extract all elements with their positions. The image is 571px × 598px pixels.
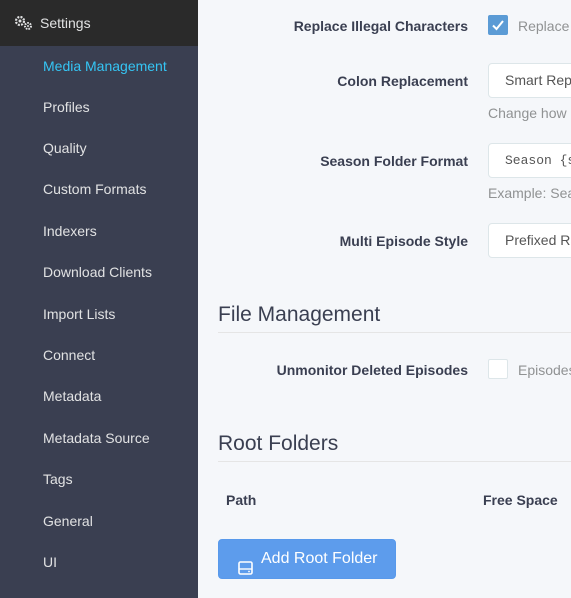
file-management-heading: File Management — [218, 303, 571, 333]
add-root-folder-button[interactable]: Add Root Folder — [218, 539, 396, 579]
root-folders-heading: Root Folders — [218, 432, 571, 462]
sidebar-item-ui[interactable]: UI — [0, 542, 198, 583]
sidebar-header[interactable]: Settings — [0, 0, 198, 46]
sidebar: Settings Media Management Profiles Quali… — [0, 0, 198, 598]
sidebar-item-connect[interactable]: Connect — [0, 335, 198, 376]
drive-icon — [238, 552, 253, 575]
replace-illegal-checkbox[interactable] — [488, 15, 508, 35]
multi-episode-select[interactable]: Prefixed Ra — [488, 223, 571, 258]
season-folder-label: Season Folder Format — [320, 153, 468, 169]
sidebar-item-profiles[interactable]: Profiles — [0, 87, 198, 128]
sidebar-item-metadata[interactable]: Metadata — [0, 376, 198, 417]
sidebar-item-quality[interactable]: Quality — [0, 128, 198, 169]
sidebar-item-import-lists[interactable]: Import Lists — [0, 294, 198, 335]
season-folder-input[interactable]: Season {se — [488, 143, 571, 178]
sidebar-item-download-clients[interactable]: Download Clients — [0, 252, 198, 293]
column-header-path: Path — [226, 492, 257, 508]
unmonitor-deleted-label: Unmonitor Deleted Episodes — [276, 362, 468, 378]
sidebar-item-media-management[interactable]: Media Management — [0, 46, 198, 87]
replace-illegal-text: Replace — [518, 18, 570, 34]
season-folder-help: Example: Sea — [488, 185, 571, 201]
sidebar-item-metadata-source[interactable]: Metadata Source — [0, 418, 198, 459]
sidebar-item-tags[interactable]: Tags — [0, 459, 198, 500]
unmonitor-deleted-text: Episodes — [518, 362, 571, 378]
sidebar-item-custom-formats[interactable]: Custom Formats — [0, 169, 198, 210]
sidebar-item-indexers[interactable]: Indexers — [0, 211, 198, 252]
unmonitor-deleted-checkbox[interactable] — [488, 359, 508, 379]
settings-content: Replace Illegal Characters Replace Colon… — [198, 0, 571, 598]
multi-episode-label: Multi Episode Style — [339, 233, 468, 249]
sidebar-item-general[interactable]: General — [0, 501, 198, 542]
sidebar-header-title: Settings — [40, 15, 91, 31]
replace-illegal-label: Replace Illegal Characters — [293, 18, 468, 34]
check-icon — [492, 20, 504, 31]
column-header-free-space: Free Space — [483, 492, 558, 508]
gears-icon — [14, 14, 34, 32]
colon-replacement-select[interactable]: Smart Rep — [488, 63, 571, 98]
add-root-folder-label: Add Root Folder — [261, 550, 378, 567]
colon-replacement-label: Colon Replacement — [337, 73, 468, 89]
colon-replacement-help: Change how S — [488, 105, 571, 121]
